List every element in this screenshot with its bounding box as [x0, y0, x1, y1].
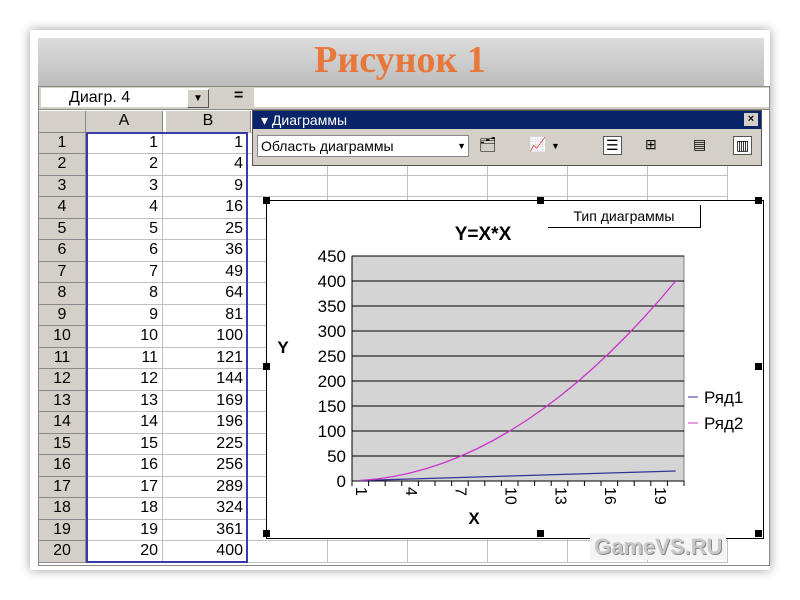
x-tick-label: 10	[501, 487, 518, 505]
x-tick-label: 19	[651, 487, 668, 505]
watermark: GameVS.RU	[590, 534, 727, 560]
y-tick-label: 0	[337, 472, 346, 491]
legend-label: Ряд2	[704, 414, 743, 433]
y-tick-label: 100	[318, 422, 346, 441]
y-axis-label: Y	[277, 338, 289, 357]
resize-handle	[263, 530, 270, 537]
chart-title: Y=X*X	[455, 224, 512, 245]
resize-handle	[755, 530, 762, 537]
x-tick-label: 7	[452, 487, 469, 496]
x-tick-label: 13	[551, 487, 568, 505]
resize-handle	[263, 363, 270, 370]
y-tick-label: 350	[318, 297, 346, 316]
y-tick-label: 150	[318, 397, 346, 416]
y-tick-label: 400	[318, 272, 346, 291]
y-tick-label: 450	[318, 247, 346, 266]
resize-handle	[537, 197, 544, 204]
legend-label: Ряд1	[704, 388, 743, 407]
resize-handle	[755, 363, 762, 370]
resize-handle	[537, 530, 544, 537]
x-tick-label: 1	[352, 487, 369, 496]
x-axis-label: X	[468, 509, 480, 528]
plot-area	[351, 255, 685, 482]
y-tick-label: 50	[327, 447, 346, 466]
tooltip: Тип диаграммы	[548, 205, 701, 228]
y-tick-label: 200	[318, 372, 346, 391]
resize-handle	[755, 197, 762, 204]
x-tick-label: 4	[402, 487, 419, 496]
resize-handle	[263, 197, 270, 204]
chart-svg: 0 50 100 150 200 250 300 350 400 450 1 4 7 10 13 16 19 Ря…	[263, 197, 762, 537]
y-tick-label: 250	[318, 347, 346, 366]
x-tick-label: 16	[601, 487, 618, 505]
y-tick-label: 300	[318, 322, 346, 341]
